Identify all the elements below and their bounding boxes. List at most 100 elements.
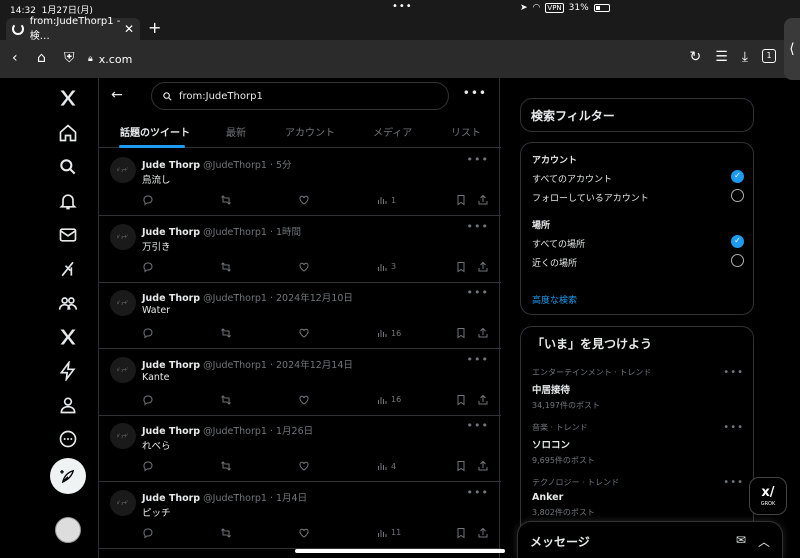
trend-more-icon[interactable]: ••• [723,422,744,433]
trend-item[interactable]: エンターテインメント · トレンド 中居接待 34,197件のポスト ••• [532,367,744,411]
profile-icon[interactable] [48,391,88,419]
close-tab-icon[interactable]: ✕ [124,22,134,36]
share-icon[interactable] [477,261,489,273]
filter-option-all-places[interactable]: すべての場所 ✓ [532,235,744,250]
filter-option-following[interactable]: フォローしているアカウント [532,189,744,204]
bell-icon[interactable] [48,187,88,215]
tweet-more-icon[interactable]: ••• [467,286,489,299]
radio-unchecked-icon[interactable] [731,254,744,267]
reply-icon[interactable] [142,327,154,339]
views-icon[interactable]: 3 [376,261,396,273]
tweet[interactable]: ｼﾞｭｰﾄﾞ Jude Thorp @JudeThorp1 · 2024年12月1… [99,283,501,349]
share-icon[interactable] [477,527,489,539]
reload-icon[interactable]: ↻ [690,49,702,65]
reply-icon[interactable] [142,460,154,472]
repost-icon[interactable] [220,194,232,206]
share-icon[interactable] [477,460,489,472]
browser-tab[interactable]: from:JudeThorp1 - 検… ✕ [6,16,140,42]
tweet-avatar[interactable]: ｼﾞｭｰﾄﾞ [110,290,136,316]
back-arrow-icon[interactable]: ← [111,87,123,103]
views-icon[interactable]: 16 [376,327,401,339]
bookmark-icon[interactable] [455,261,467,273]
tweet-more-icon[interactable]: ••• [467,486,489,499]
mail-icon[interactable] [48,221,88,249]
tweet-author-name[interactable]: Jude Thorp [142,160,200,171]
radio-unchecked-icon[interactable] [731,189,744,202]
tweet-avatar[interactable]: ｼﾞｭｰﾄﾞ [110,489,136,516]
tweet-avatar[interactable]: ｼﾞｭｰﾄﾞ [110,157,136,183]
tweet-author-name[interactable]: Jude Thorp [142,493,200,504]
account-avatar[interactable] [55,517,81,543]
bookmark-icon[interactable] [455,327,467,339]
filter-option-all-accounts[interactable]: すべてのアカウント ✓ [532,170,744,185]
communities-icon[interactable] [48,289,88,317]
multitask-dots-icon[interactable]: ••• [392,1,413,12]
repost-icon[interactable] [220,394,232,406]
expand-up-icon[interactable]: ︿ [758,533,770,550]
tweet-avatar[interactable]: ｼﾞｭｰﾄﾞ [110,423,136,449]
grok-button[interactable]: x/ GROK [749,477,787,515]
filter-option-nearby[interactable]: 近くの場所 [532,254,744,269]
tab-lists[interactable]: リスト [451,124,481,139]
download-icon[interactable]: ⤓ [742,49,748,65]
tweet[interactable]: ｼﾞｭｰﾄﾞ Jude Thorp @JudeThorp1 · 1月4日 ピッチ ••… [99,483,501,549]
views-icon[interactable]: 1 [376,194,396,206]
x-logo-icon[interactable] [48,84,88,112]
tweet-avatar[interactable]: ｼﾞｭｰﾄﾞ [110,223,136,250]
like-icon[interactable] [298,394,310,406]
grok-icon[interactable] [48,255,88,283]
trend-item[interactable]: 音楽 · トレンド ソロコン 9,695件のポスト ••• [532,422,744,466]
bookmark-icon[interactable] [455,194,467,206]
like-icon[interactable] [298,327,310,339]
reply-icon[interactable] [142,527,154,539]
repost-icon[interactable] [220,327,232,339]
repost-icon[interactable] [220,261,232,273]
like-icon[interactable] [298,527,310,539]
repost-icon[interactable] [220,527,232,539]
tweet[interactable]: ｼﾞｭｰﾄﾞ Jude Thorp @JudeThorp1 · 1月26日 れべら •… [99,416,501,482]
views-icon[interactable]: 11 [376,527,401,539]
search-more-icon[interactable]: ••• [463,86,487,100]
repost-icon[interactable] [220,460,232,472]
url-field[interactable]: 🔒︎ x.com [88,47,648,71]
tweet-more-icon[interactable]: ••• [467,220,489,233]
tweet-more-icon[interactable]: ••• [467,419,489,432]
messages-drawer[interactable]: メッセージ ✉ ︿ [517,521,783,558]
back-icon[interactable]: ‹ [12,50,18,66]
tweet[interactable]: ｼﾞｭｰﾄﾞ Jude Thorp @JudeThorp1 · 2024年12月1… [99,350,501,416]
tab-latest[interactable]: 最新 [226,124,246,139]
lightning-icon[interactable] [48,357,88,385]
views-icon[interactable]: 16 [376,394,401,406]
menu-icon[interactable]: ☰ [715,49,728,65]
tweet-more-icon[interactable]: ••• [467,153,489,166]
sidebar-handle-icon[interactable]: ⟨ [784,18,800,80]
tweet[interactable]: ｼﾞｭｰﾄﾞ Jude Thorp @JudeThorp1 · 5分 鳥流し ••• 1 [99,150,501,216]
like-icon[interactable] [298,261,310,273]
bookmark-icon[interactable] [455,527,467,539]
trend-more-icon[interactable]: ••• [723,477,744,488]
search-icon[interactable] [48,153,88,181]
trend-more-icon[interactable]: ••• [723,367,744,378]
home-icon[interactable]: ⌂ [37,50,46,66]
tweet-more-icon[interactable]: ••• [467,353,489,366]
tweet[interactable]: ｼﾞｭｰﾄﾞ Jude Thorp @JudeThorp1 · 1時間 万引き •••… [99,217,501,283]
tweet-avatar[interactable]: ｼﾞｭｰﾄﾞ [110,356,136,383]
search-input[interactable]: from:JudeThorp1 [151,82,449,110]
premium-x-icon[interactable] [48,323,88,351]
trend-item[interactable]: テクノロジー · トレンド Anker 3,802件のポスト ••• [532,477,744,518]
advanced-search-link[interactable]: 高度な検索 [532,293,577,306]
tab-accounts[interactable]: アカウント [285,124,335,139]
tweet-author-name[interactable]: Jude Thorp [142,227,200,238]
reply-icon[interactable] [142,394,154,406]
new-tab-button[interactable]: + [148,18,161,37]
radio-checked-icon[interactable]: ✓ [731,170,744,183]
like-icon[interactable] [298,460,310,472]
reply-icon[interactable] [142,261,154,273]
tab-media[interactable]: メディア [373,124,412,139]
tweet-author-name[interactable]: Jude Thorp [142,426,200,437]
like-icon[interactable] [298,194,310,206]
compose-post-button[interactable] [50,458,86,494]
more-circle-icon[interactable] [48,425,88,453]
tweet-author-name[interactable]: Jude Thorp [142,293,200,304]
new-message-icon[interactable]: ✉ [736,533,746,550]
